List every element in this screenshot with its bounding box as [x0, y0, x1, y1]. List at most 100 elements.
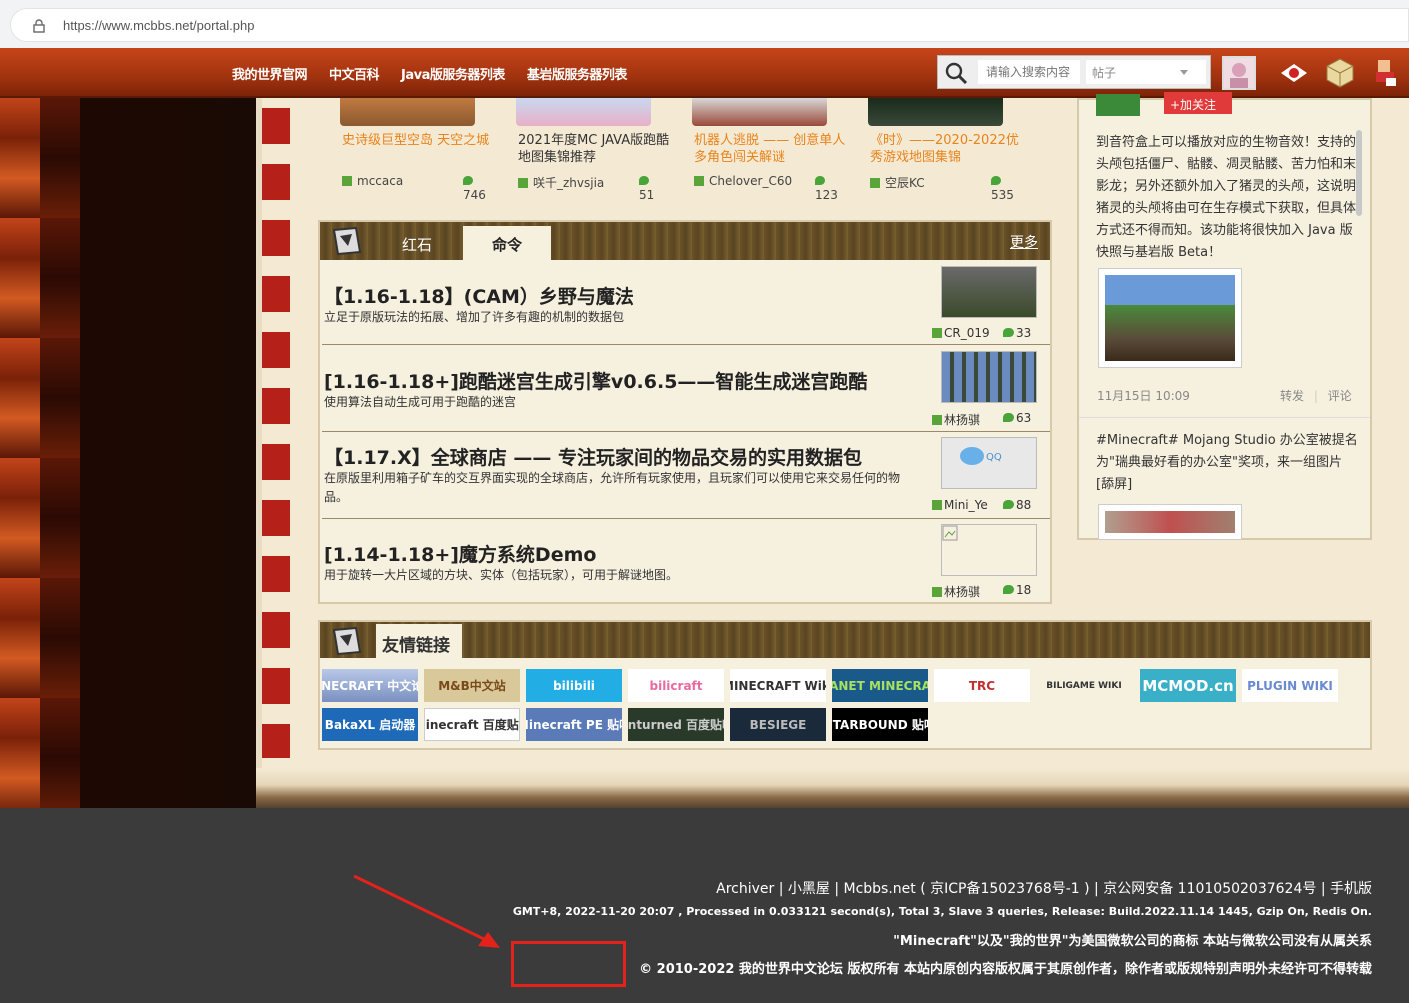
card-author[interactable]: 咲千_zhvsjia [518, 174, 604, 191]
forward-link[interactable]: 转发 [1280, 389, 1304, 403]
post-author[interactable]: CR_019 [932, 326, 990, 340]
card-thumbnail[interactable] [340, 98, 475, 126]
search-scope-label: 帖子 [1092, 66, 1117, 80]
friend-links-header: 友情链接 [320, 622, 1370, 658]
search-icon[interactable] [944, 62, 968, 84]
search-scope-select[interactable]: 帖子 [1086, 60, 1206, 84]
friend-link[interactable]: MCMOD.cn [1140, 669, 1236, 702]
menu-character-icon[interactable] [1368, 56, 1402, 90]
post-thumbnail[interactable] [941, 266, 1037, 318]
friend-link[interactable]: minecraft 百度贴吧 [424, 708, 520, 741]
friend-link[interactable]: TRC [934, 669, 1030, 702]
friend-link[interactable]: Unturned 百度贴吧 [628, 708, 724, 741]
search-box: 帖子 [937, 55, 1211, 89]
avatar-image-icon [1230, 63, 1248, 88]
friend-link[interactable]: MINECRAFT Wiki [730, 669, 826, 702]
divider: | [1313, 389, 1318, 403]
notification-icon[interactable] [1277, 56, 1311, 90]
qq-image-icon: QQ [960, 447, 1002, 465]
friend-link[interactable]: M&B中文站 [424, 669, 520, 702]
browser-address-bar: https://www.mcbbs.net/portal.php [0, 0, 1409, 48]
posts-panel: 红石 命令 更多 【1.16-1.18】(CAM）乡野与魔法 立足于原版玩法的拓… [318, 220, 1052, 604]
annotation-arrow-icon [353, 874, 500, 948]
post-title[interactable]: 【1.16-1.18】(CAM）乡野与魔法 [324, 282, 634, 309]
post-description: 在原版里利用箱子矿车的交互界面实现的全球商店，允许所有玩家使用，且玩家们可以使用… [324, 471, 901, 504]
nav-link-official[interactable]: 我的世界官网 [232, 64, 308, 83]
post-title[interactable]: [1.16-1.18+]跑酷迷宫生成引擎v0.6.5——智能生成迷宫跑酷 [324, 367, 867, 394]
friend-link[interactable]: STARBOUND 贴吧 [832, 708, 928, 741]
nav-link-bedrock-servers[interactable]: 基岩版服务器列表 [527, 64, 628, 83]
post-title[interactable]: [1.14-1.18+]魔方系统Demo [324, 540, 596, 567]
posts-panel-header: 红石 命令 更多 [320, 222, 1050, 260]
friend-link[interactable]: PLANET MINECRAFT [832, 669, 928, 702]
post-author[interactable]: Mini_Ye [932, 498, 988, 512]
nav-links: 我的世界官网 中文百科 Java版服务器列表 基岩版服务器列表 [232, 64, 649, 83]
comment-link[interactable]: 评论 [1328, 389, 1352, 403]
friend-link[interactable]: MINECRAFT 中文论坛 [322, 669, 418, 702]
url-text: https://www.mcbbs.net/portal.php [63, 18, 255, 33]
friend-link[interactable]: BakaXL 启动器 [322, 708, 418, 741]
weibo-avatar[interactable] [1096, 94, 1140, 116]
footer-stats: GMT+8, 2022-11-20 20:07 , Processed in 0… [512, 905, 1372, 918]
friend-links-title: 友情链接 [376, 624, 462, 658]
tab-commands[interactable]: 命令 [463, 226, 551, 260]
task-block-icon[interactable] [1323, 56, 1357, 90]
post-thumbnail[interactable]: QQ [941, 437, 1037, 489]
svg-text:QQ: QQ [986, 452, 1002, 463]
post-thumbnail[interactable] [941, 351, 1037, 403]
friend-link[interactable]: Minecraft PE 贴吧 [526, 708, 622, 741]
lava-background [0, 98, 258, 808]
post-comment-count: 18 [1003, 583, 1031, 597]
friend-link[interactable]: BESIEGE [730, 708, 826, 741]
card-comment-count: 535 [991, 174, 1016, 202]
card-title[interactable]: 机器人逃脱 —— 创意单人多角色闯关解谜 [694, 132, 854, 166]
post-title[interactable]: 【1.17.X】全球商店 —— 专注玩家间的物品交易的实用数据包 [324, 443, 862, 470]
friend-link[interactable]: PLUGIN WIKI [1242, 669, 1338, 702]
post-comment-count: 33 [1003, 326, 1031, 340]
card-author[interactable]: mccaca [342, 174, 403, 188]
more-link[interactable]: 更多 [1010, 232, 1038, 252]
post-item[interactable]: [1.14-1.18+]魔方系统Demo 用于旋转一大片区域的方块、实体（包括玩… [322, 520, 1050, 604]
weibo-actions: 转发 | 评论 [1280, 387, 1352, 404]
post-comment-count: 88 [1003, 498, 1031, 512]
post-item[interactable]: [1.16-1.18+]跑酷迷宫生成引擎v0.6.5——智能生成迷宫跑酷 使用算… [322, 347, 1050, 432]
post-description: 使用算法自动生成可用于跑酷的迷宫 [324, 395, 517, 409]
footer-links[interactable]: Archiver | 小黑屋 | Mcbbs.net ( 京ICP备150237… [716, 878, 1372, 898]
post-thumbnail-broken[interactable] [941, 524, 1037, 576]
card-author[interactable]: 空辰KC [870, 174, 925, 191]
weibo-post-text: #Minecraft# Mojang Studio 办公室被提名为"瑞典最好看的… [1096, 433, 1358, 492]
card-comment-count: 746 [463, 174, 488, 202]
friend-link[interactable]: bilicraft [628, 669, 724, 702]
card-thumbnail[interactable] [516, 98, 651, 126]
post-description: 用于旋转一大片区域的方块、实体（包括玩家），可用于解谜地图。 [324, 568, 679, 582]
lock-icon[interactable] [33, 19, 45, 33]
post-author[interactable]: 林扬骐 [932, 583, 980, 600]
section-logo-icon [332, 226, 362, 256]
card-thumbnail[interactable] [692, 98, 827, 126]
friend-link[interactable]: bilibili [526, 669, 622, 702]
card-title[interactable]: 史诗级巨型空岛 天空之城 [342, 132, 502, 149]
post-description: 立足于原版玩法的拓展、增加了许多有趣的机制的数据包 [324, 310, 625, 324]
post-author[interactable]: 林扬骐 [932, 411, 980, 428]
card-title[interactable]: 2021年度MC JAVA版跑酷地图集锦推荐 [518, 132, 678, 166]
search-input[interactable] [978, 60, 1080, 84]
weibo-post-image[interactable] [1098, 268, 1242, 368]
card-thumbnail[interactable] [868, 98, 1003, 126]
tab-redstone[interactable]: 红石 [380, 226, 454, 260]
avatar[interactable] [1222, 56, 1256, 90]
follow-button[interactable]: +加关注 [1164, 92, 1232, 114]
post-item[interactable]: 【1.16-1.18】(CAM）乡野与魔法 立足于原版玩法的拓展、增加了许多有趣… [322, 262, 1050, 345]
friend-link[interactable]: BILIGAME WIKI [1036, 669, 1132, 702]
scrollbar-thumb[interactable] [1356, 130, 1362, 216]
section-logo-icon [332, 626, 362, 656]
footer-copyright: © 2010-2022 我的世界中文论坛 版权所有 本站内原创内容版权属于其原创… [639, 962, 1372, 977]
weibo-post-image[interactable] [1098, 504, 1242, 540]
footer-trademark: "Minecraft"以及"我的世界"为美国微软公司的商标 本站与微软公司没有从… [893, 934, 1372, 949]
url-field[interactable]: https://www.mcbbs.net/portal.php [10, 8, 1409, 42]
post-item[interactable]: 【1.17.X】全球商店 —— 专注玩家间的物品交易的实用数据包 在原版里利用箱… [322, 433, 1050, 519]
card-title[interactable]: 《时》——2020-2022优秀游戏地图集锦 [870, 132, 1030, 166]
card-author[interactable]: Chelover_C60 [694, 174, 792, 188]
weibo-post-text: 到音符盒上可以播放对应的生物音效！支持的头颅包括僵尸、骷髅、凋灵骷髅、苦力怕和末… [1096, 135, 1357, 260]
nav-link-java-servers[interactable]: Java版服务器列表 [401, 64, 505, 83]
nav-link-wiki[interactable]: 中文百科 [329, 64, 380, 83]
